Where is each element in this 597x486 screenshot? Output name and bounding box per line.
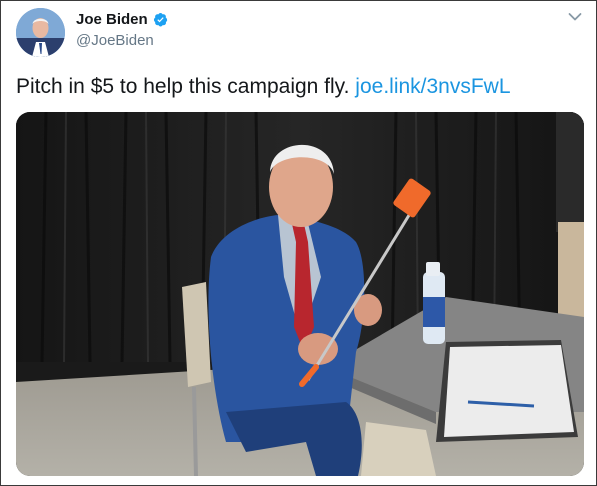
tweet-link[interactable]: joe.link/3nvsFwL [355,75,510,98]
display-name[interactable]: Joe Biden [76,11,148,28]
tweet-photo[interactable] [16,112,584,476]
author-name-row[interactable]: Joe Biden [76,11,168,28]
tweet-text: Pitch in $5 to help this campaign fly. j… [16,74,586,100]
verified-badge-icon [153,12,167,27]
author-handle[interactable]: @JoeBiden [76,32,154,49]
tweet-text-body: Pitch in $5 to help this campaign fly. [16,75,356,98]
avatar-photo [16,8,65,57]
tweet-card: Joe Biden @JoeBiden Pitch in $5 to help … [0,0,597,486]
avatar[interactable] [16,8,65,57]
chevron-down-icon[interactable] [568,12,582,22]
photo-illustration [16,112,584,476]
